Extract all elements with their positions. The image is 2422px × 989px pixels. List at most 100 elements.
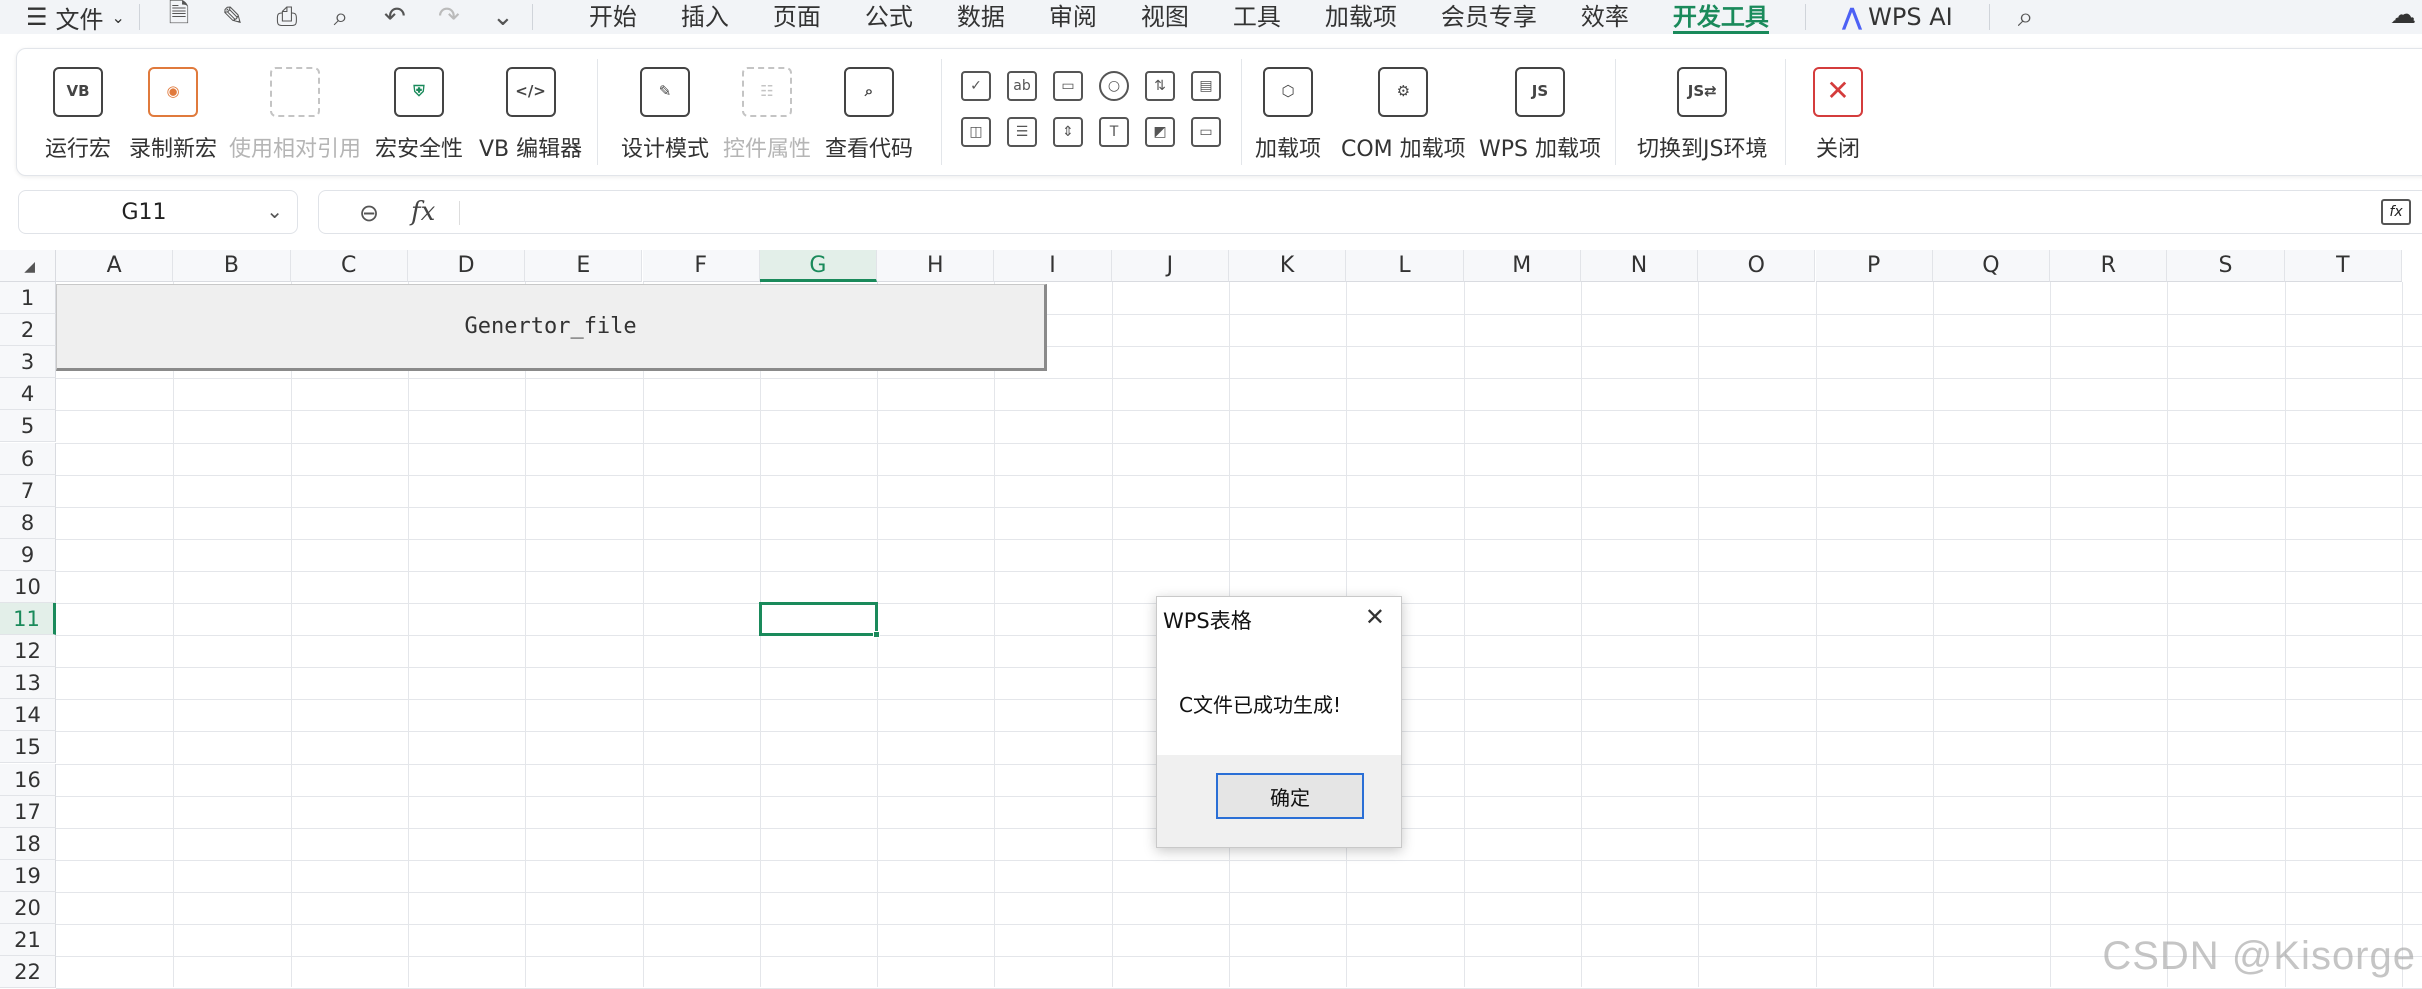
expand-formula-icon[interactable]: fx bbox=[2381, 199, 2411, 225]
scroll-bar-icon[interactable]: ⇕ bbox=[1053, 117, 1083, 147]
tab-insert[interactable]: 插入 bbox=[659, 0, 751, 34]
row-header-14[interactable]: 14 bbox=[0, 699, 56, 731]
combo-box-icon[interactable]: ▤ bbox=[1191, 71, 1221, 101]
tab-data[interactable]: 数据 bbox=[935, 0, 1027, 34]
frame-control-icon[interactable]: ▭ bbox=[1053, 71, 1083, 101]
close-developer-button[interactable]: ✕ 关闭 bbox=[1813, 67, 1863, 163]
search-icon[interactable]: ⌕ bbox=[2018, 0, 2034, 34]
column-header-q[interactable]: Q bbox=[1933, 250, 2050, 282]
switch-js-button[interactable]: JS⇄ 切换到JS环境 bbox=[1637, 67, 1767, 163]
option-button-icon[interactable]: ○ bbox=[1099, 71, 1129, 101]
row-header-12[interactable]: 12 bbox=[0, 635, 56, 667]
tab-efficiency[interactable]: 效率 bbox=[1559, 0, 1651, 34]
print-icon[interactable]: ⎙ bbox=[272, 2, 302, 33]
vb-editor-button[interactable]: </> VB 编辑器 bbox=[479, 67, 582, 163]
tab-member[interactable]: 会员专享 bbox=[1419, 0, 1559, 34]
column-header-p[interactable]: P bbox=[1816, 250, 1933, 282]
redo-icon[interactable]: ↷ bbox=[434, 2, 464, 32]
row-header-15[interactable]: 15 bbox=[0, 731, 56, 763]
column-header-r[interactable]: R bbox=[2050, 250, 2167, 282]
row-header-17[interactable]: 17 bbox=[0, 796, 56, 828]
row-header-19[interactable]: 19 bbox=[0, 860, 56, 892]
com-addins-button[interactable]: ⚙ COM 加载项 bbox=[1341, 67, 1466, 163]
selected-cell[interactable] bbox=[759, 602, 878, 636]
row-header-16[interactable]: 16 bbox=[0, 764, 56, 796]
column-header-t[interactable]: T bbox=[2285, 250, 2402, 282]
column-header-s[interactable]: S bbox=[2167, 250, 2284, 282]
column-header-b[interactable]: B bbox=[173, 250, 290, 282]
generator-file-button[interactable]: Genertor_file bbox=[56, 284, 1047, 371]
column-header-a[interactable]: A bbox=[56, 250, 173, 282]
row-header-1[interactable]: 1 bbox=[0, 282, 56, 314]
name-box[interactable]: G11 ⌄ bbox=[18, 190, 298, 234]
tab-addins[interactable]: 加载项 bbox=[1303, 0, 1419, 34]
row-header-8[interactable]: 8 bbox=[0, 507, 56, 539]
row-header-13[interactable]: 13 bbox=[0, 667, 56, 699]
wps-addins-button[interactable]: JS WPS 加载项 bbox=[1479, 67, 1601, 163]
row-header-10[interactable]: 10 bbox=[0, 571, 56, 603]
fill-handle[interactable] bbox=[873, 631, 880, 638]
row-header-5[interactable]: 5 bbox=[0, 410, 56, 442]
row-header-3[interactable]: 3 bbox=[0, 346, 56, 378]
tab-home[interactable]: 开始 bbox=[567, 0, 659, 34]
row-header-7[interactable]: 7 bbox=[0, 475, 56, 507]
cloud-upload-icon[interactable]: ☁ bbox=[2390, 0, 2416, 30]
tab-wps-ai[interactable]: ⋀ WPS AI bbox=[1820, 0, 1975, 34]
ok-button[interactable]: 确定 bbox=[1216, 773, 1364, 819]
column-header-o[interactable]: O bbox=[1698, 250, 1815, 282]
record-macro-button[interactable]: ◉ 录制新宏 bbox=[129, 67, 217, 163]
select-all-corner[interactable]: ◢ bbox=[0, 250, 56, 282]
addins-button[interactable]: ⬡ 加载项 bbox=[1255, 67, 1321, 163]
zoom-out-icon[interactable]: ⊖ bbox=[359, 199, 379, 227]
macro-security-button[interactable]: ⛨ 宏安全性 bbox=[375, 67, 463, 163]
row-header-18[interactable]: 18 bbox=[0, 828, 56, 860]
design-mode-button[interactable]: ✎ 设计模式 bbox=[621, 67, 709, 163]
undo-icon[interactable]: ↶ bbox=[380, 2, 410, 32]
tab-page[interactable]: 页面 bbox=[751, 0, 843, 34]
label-control-icon[interactable]: T bbox=[1099, 117, 1129, 147]
column-header-n[interactable]: N bbox=[1581, 250, 1698, 282]
formula-bar[interactable]: ⊖ fx fx bbox=[318, 190, 2422, 234]
format-painter-icon[interactable]: ✎ bbox=[218, 2, 248, 32]
column-header-l[interactable]: L bbox=[1346, 250, 1463, 282]
row-header-11[interactable]: 11 bbox=[0, 603, 56, 635]
row-header-6[interactable]: 6 bbox=[0, 443, 56, 475]
tab-tools[interactable]: 工具 bbox=[1211, 0, 1303, 34]
tab-review[interactable]: 审阅 bbox=[1027, 0, 1119, 34]
row-header-9[interactable]: 9 bbox=[0, 539, 56, 571]
column-header-h[interactable]: H bbox=[877, 250, 994, 282]
column-header-m[interactable]: M bbox=[1464, 250, 1581, 282]
list-box-icon[interactable]: ☰ bbox=[1007, 117, 1037, 147]
more-chevron-icon[interactable]: ⌄ bbox=[488, 2, 518, 32]
column-header-c[interactable]: C bbox=[291, 250, 408, 282]
tab-view[interactable]: 视图 bbox=[1119, 0, 1211, 34]
checkbox-control-icon[interactable]: ✓ bbox=[961, 71, 991, 101]
column-header-j[interactable]: J bbox=[1112, 250, 1229, 282]
chevron-down-icon[interactable]: ⌄ bbox=[266, 199, 283, 223]
row-header-2[interactable]: 2 bbox=[0, 314, 56, 346]
column-header-e[interactable]: E bbox=[525, 250, 642, 282]
close-icon[interactable]: ✕ bbox=[1365, 603, 1385, 631]
column-header-k[interactable]: K bbox=[1229, 250, 1346, 282]
row-header-4[interactable]: 4 bbox=[0, 378, 56, 410]
column-header-g[interactable]: G bbox=[760, 250, 877, 282]
insert-function-icon[interactable]: fx bbox=[411, 197, 435, 227]
view-code-button[interactable]: ⌕ 查看代码 bbox=[825, 67, 913, 163]
run-macro-button[interactable]: VB 运行宏 bbox=[45, 67, 111, 163]
column-header-i[interactable]: I bbox=[994, 250, 1111, 282]
control-properties-button[interactable]: ☷ 控件属性 bbox=[723, 67, 811, 163]
tab-developer[interactable]: 开发工具 bbox=[1651, 0, 1791, 34]
print-preview-icon[interactable]: ⌕ bbox=[326, 2, 356, 33]
toggle-button-icon[interactable]: ◫ bbox=[961, 117, 991, 147]
column-header-f[interactable]: F bbox=[643, 250, 760, 282]
spin-button-icon[interactable]: ⇅ bbox=[1145, 71, 1175, 101]
textbox-control-icon[interactable]: ab bbox=[1007, 71, 1037, 101]
row-header-21[interactable]: 21 bbox=[0, 924, 56, 956]
image-control-icon[interactable]: ◩ bbox=[1145, 117, 1175, 147]
column-header-d[interactable]: D bbox=[408, 250, 525, 282]
relative-reference-button[interactable]: 使用相对引用 bbox=[229, 67, 361, 163]
row-header-20[interactable]: 20 bbox=[0, 892, 56, 924]
file-menu[interactable]: ☰ 文件 ⌄ bbox=[0, 0, 125, 34]
tab-formulas[interactable]: 公式 bbox=[843, 0, 935, 34]
row-header-22[interactable]: 22 bbox=[0, 956, 56, 988]
